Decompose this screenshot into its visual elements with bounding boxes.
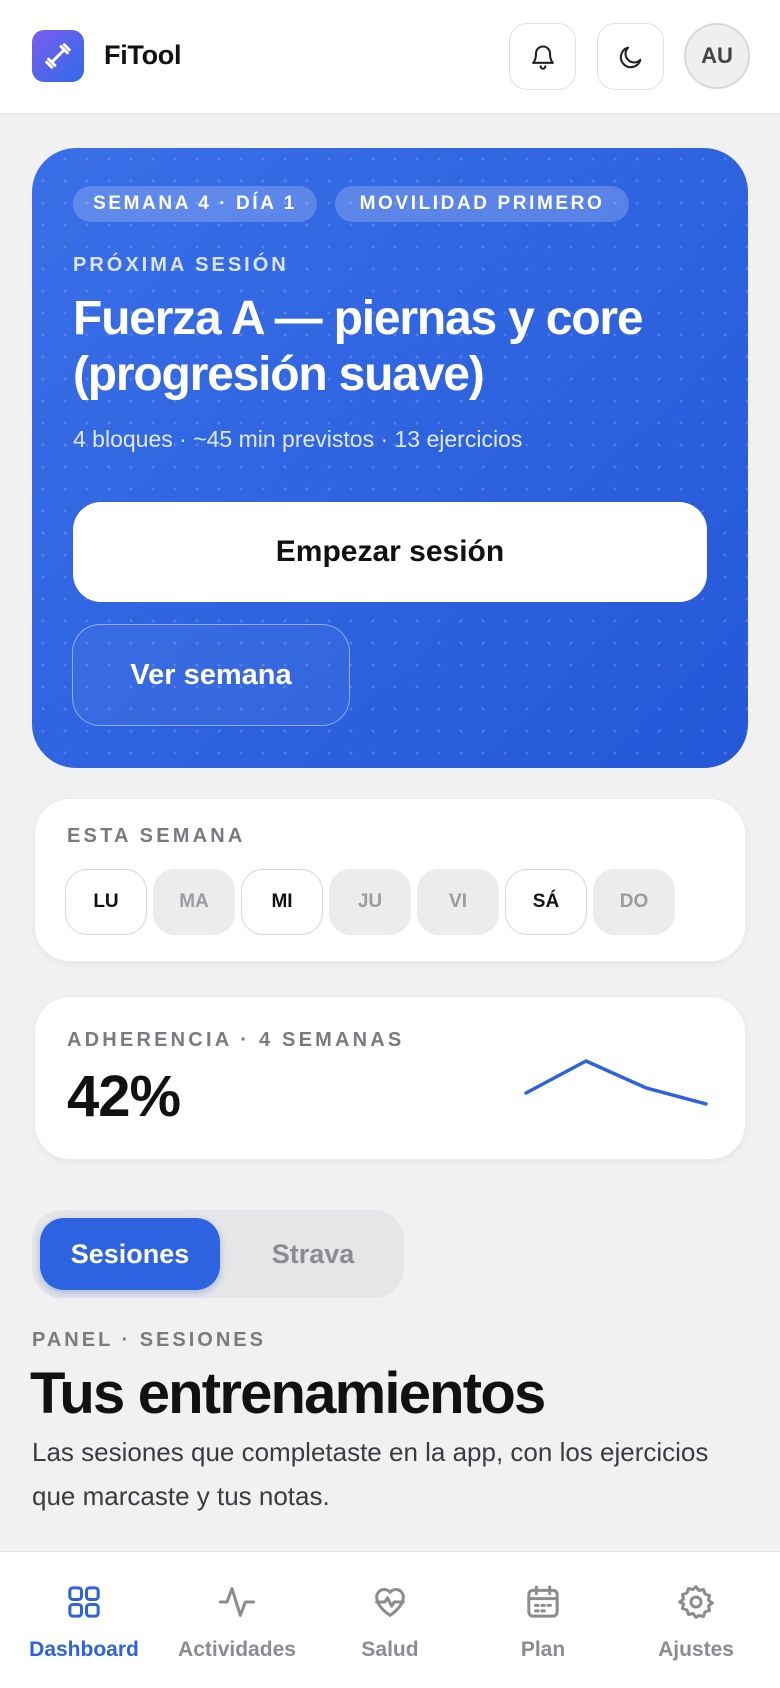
source-tabs: Sesiones Strava bbox=[32, 1210, 404, 1298]
activity-icon bbox=[218, 1587, 256, 1617]
nav-item-settings[interactable]: Ajustes bbox=[618, 1552, 774, 1688]
day-pill[interactable]: LU bbox=[65, 869, 147, 935]
heart-pulse-icon bbox=[375, 1588, 405, 1617]
tab-strava[interactable]: Strava bbox=[228, 1218, 398, 1290]
adherence-sparkline bbox=[524, 1059, 708, 1106]
nav-item-plan[interactable]: Plan bbox=[465, 1552, 621, 1688]
app-logo[interactable] bbox=[32, 30, 84, 82]
section-eyebrow: PANEL · SESIONES bbox=[32, 1329, 266, 1351]
adherence-label: ADHERENCIA · 4 SEMANAS bbox=[67, 1029, 405, 1051]
day-pill[interactable]: JU bbox=[329, 869, 411, 935]
start-session-button[interactable]: Empezar sesión bbox=[73, 502, 707, 602]
nav-label-settings: Ajustes bbox=[658, 1638, 734, 1661]
user-avatar[interactable]: AU bbox=[684, 23, 750, 89]
section-description: Las sesiones que completaste en la app, … bbox=[32, 1437, 709, 1511]
next-session-card: SEMANA 4 · DÍA 1 MOVILIDAD PRIMERO PRÓXI… bbox=[32, 148, 748, 768]
calendar-icon bbox=[527, 1585, 559, 1618]
this-week-card: ESTA SEMANA LU MA MI JU VI SÁ DO bbox=[34, 798, 746, 962]
dumbbell-icon bbox=[45, 43, 71, 69]
day-pill[interactable]: MA bbox=[153, 869, 235, 935]
session-title: Fuerza A — piernas y core (progresión su… bbox=[73, 292, 644, 401]
tab-sessions[interactable]: Sesiones bbox=[40, 1218, 220, 1290]
session-meta: 4 bloques · ~45 min previstos · 13 ejerc… bbox=[73, 426, 523, 452]
gear-icon bbox=[678, 1585, 714, 1619]
next-session-eyebrow: PRÓXIMA SESIÓN bbox=[73, 254, 289, 276]
nav-label-plan: Plan bbox=[520, 1638, 566, 1661]
adherence-card: ADHERENCIA · 4 SEMANAS 42% bbox=[34, 996, 746, 1160]
day-pill[interactable]: VI bbox=[417, 869, 499, 935]
week-day-chip: SEMANA 4 · DÍA 1 bbox=[73, 186, 317, 222]
adherence-value: 42% bbox=[67, 1064, 181, 1129]
nav-label-activities: Actividades bbox=[178, 1638, 296, 1661]
app-name: FiTool bbox=[104, 40, 182, 70]
nav-label-dashboard: Dashboard bbox=[29, 1638, 139, 1661]
nav-item-health[interactable]: Salud bbox=[312, 1552, 468, 1688]
section-title: Tus entrenamientos bbox=[30, 1361, 546, 1426]
day-pill[interactable]: DO bbox=[593, 869, 675, 935]
bell-icon bbox=[531, 44, 554, 70]
focus-chip: MOVILIDAD PRIMERO bbox=[335, 186, 629, 222]
nav-label-health: Salud bbox=[361, 1638, 419, 1661]
theme-toggle-button[interactable] bbox=[597, 23, 664, 90]
this-week-label: ESTA SEMANA bbox=[67, 825, 246, 847]
view-week-button[interactable]: Ver semana bbox=[72, 624, 350, 726]
bottom-navigation: Dashboard Actividades Salud Plan Ajustes bbox=[0, 1551, 780, 1688]
day-pill[interactable]: SÁ bbox=[505, 869, 587, 935]
app-header: FiTool AU bbox=[0, 0, 780, 114]
notifications-button[interactable] bbox=[509, 23, 576, 90]
nav-item-activities[interactable]: Actividades bbox=[159, 1552, 315, 1688]
moon-icon bbox=[619, 46, 641, 68]
nav-item-dashboard[interactable]: Dashboard bbox=[6, 1552, 162, 1688]
grid-icon bbox=[68, 1586, 100, 1618]
day-pill[interactable]: MI bbox=[241, 869, 323, 935]
